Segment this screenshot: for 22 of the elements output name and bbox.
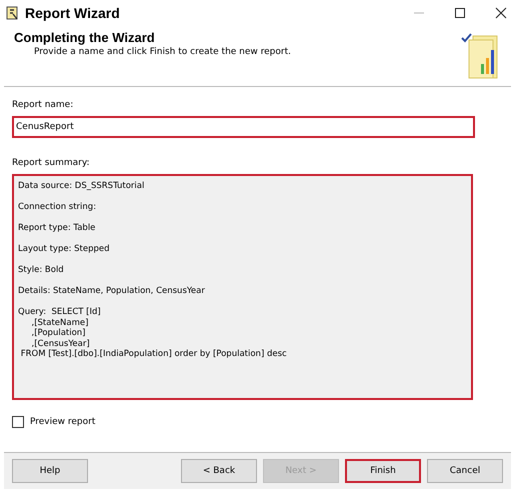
maximize-icon[interactable]	[452, 5, 468, 21]
report-name-field[interactable]: CenusReport	[12, 116, 475, 138]
wizard-button[interactable]: Cancel	[427, 459, 503, 483]
field-label: Report name:	[12, 100, 74, 110]
checkbox-label: Preview report	[30, 417, 96, 427]
summary-line: Connection string:	[18, 202, 98, 212]
close-icon[interactable]	[493, 5, 509, 21]
window-title: Report Wizard	[25, 5, 120, 21]
wizard-button[interactable]: < Back	[181, 459, 257, 483]
wizard-button[interactable]: Finish	[345, 459, 421, 483]
field-label: Report summary:	[12, 158, 91, 168]
wizard-button[interactable]: Help	[12, 459, 88, 483]
summary-line: Report type: Table	[18, 223, 96, 234]
summary-line: Details: StateName, Population, CensusYear	[18, 286, 206, 296]
page-title: Completing the Wizard	[14, 30, 156, 45]
checkbox[interactable]	[12, 416, 24, 428]
summary-line: Data source: DS_SSRSTutorial	[18, 181, 146, 192]
summary-line: Query: SELECT [Id] ,[StateName] ,[Population] ,[CensusYear] FROM [Test].[dbo].[IndiaPopulation] order by [Population] desc	[18, 307, 288, 360]
summary-line: Layout type: Stepped	[18, 244, 111, 254]
page-subtitle: Provide a name and click Finish to create the new report.	[33, 47, 292, 57]
summary-line: Style: Bold	[18, 265, 65, 276]
report-app-icon	[6, 6, 20, 20]
